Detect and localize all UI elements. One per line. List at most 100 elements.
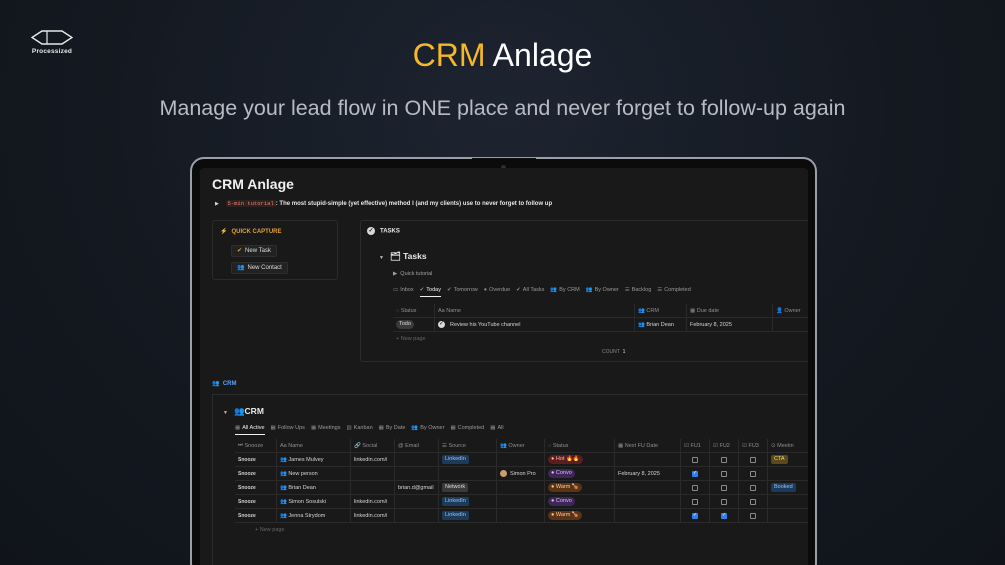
col-fu3[interactable]: ☑ FU3 xyxy=(739,439,768,452)
new-page-button[interactable]: + New page xyxy=(235,523,808,537)
tutorial-toggle[interactable]: ▶ 5-min tutorial: The most stupid-simple… xyxy=(215,200,552,207)
table-row[interactable]: Snooze 👥 Brian Dean brian.d@gmail Network ● … xyxy=(235,481,808,495)
snooze-button[interactable]: Snooze xyxy=(238,499,256,505)
tab-completed[interactable]: ☰ Completed xyxy=(657,287,691,297)
col-next-fu-date[interactable]: ▦ Next FU Date xyxy=(615,439,681,452)
task-due[interactable]: February 8, 2025 xyxy=(687,318,773,331)
col-snooze[interactable]: ⏭ Snooze xyxy=(235,439,277,452)
cell-source[interactable]: Network xyxy=(439,481,497,494)
snooze-button[interactable]: Snooze xyxy=(238,457,256,463)
col-source[interactable]: ☰ Source xyxy=(439,439,497,452)
new-task-button[interactable]: ✔ New Task xyxy=(231,245,277,257)
cell-fu2[interactable] xyxy=(710,467,739,480)
tasks-db-title[interactable]: ▼ 🗂 Tasks xyxy=(379,251,427,262)
tab-by-owner[interactable]: 👥 By Owner xyxy=(586,287,619,297)
cell-email[interactable] xyxy=(395,509,439,522)
cell-social[interactable] xyxy=(351,467,395,480)
table-row[interactable]: Snooze 👥 James Mulvey linkedin.com/i Linked… xyxy=(235,453,808,467)
cell-email[interactable] xyxy=(395,467,439,480)
cell-owner[interactable] xyxy=(497,481,545,494)
fu1-checkbox[interactable] xyxy=(692,484,698,491)
cell-meeting[interactable] xyxy=(768,467,808,480)
task-owner[interactable] xyxy=(773,318,808,331)
cell-fu2[interactable] xyxy=(710,481,739,494)
cell-email[interactable] xyxy=(395,495,439,508)
cell-meeting[interactable] xyxy=(768,509,808,522)
col-owner[interactable]: 👥 Owner xyxy=(497,439,545,452)
cell-fu1[interactable] xyxy=(681,509,710,522)
task-crm[interactable]: 👥 Brian Dean xyxy=(635,318,687,331)
table-row[interactable]: Snooze 👥 Simon Sosulski linkedin.com/i Link… xyxy=(235,495,808,509)
snooze-button[interactable]: Snooze xyxy=(238,513,256,519)
cell-source[interactable]: LinkedIn xyxy=(439,509,497,522)
cell-status[interactable]: ● Convo xyxy=(545,467,615,480)
cell-fu2[interactable] xyxy=(710,453,739,466)
cell-next-fu[interactable] xyxy=(615,481,681,494)
cell-status[interactable]: ● Warm 🍗 xyxy=(545,509,615,522)
cell-fu3[interactable] xyxy=(739,495,768,508)
col-name[interactable]: Aa Name xyxy=(435,304,635,317)
cell-name[interactable]: 👥 Simon Sosulski xyxy=(277,495,351,508)
cell-fu3[interactable] xyxy=(739,509,768,522)
fu3-checkbox[interactable] xyxy=(750,498,756,505)
col-meeting[interactable]: ⊙ Meetin xyxy=(768,439,808,452)
fu1-checkbox[interactable] xyxy=(692,456,698,463)
tab-meetings[interactable]: ▦ Meetings xyxy=(311,425,341,435)
cell-next-fu[interactable] xyxy=(615,495,681,508)
tab-today[interactable]: ✔ Today xyxy=(419,287,441,297)
email-value[interactable]: brian.d@gmail xyxy=(398,485,434,491)
cell-fu1[interactable] xyxy=(681,467,710,480)
cell-snooze[interactable]: Snooze xyxy=(235,509,277,522)
cell-meeting[interactable]: Booked xyxy=(768,481,808,494)
cell-fu3[interactable] xyxy=(739,467,768,480)
cell-social[interactable]: linkedin.com/i xyxy=(351,509,395,522)
tab-overdue[interactable]: ● Overdue xyxy=(484,287,510,297)
fu1-checkbox[interactable] xyxy=(692,498,698,505)
cell-snooze[interactable]: Snooze xyxy=(235,481,277,494)
cell-snooze[interactable]: Snooze xyxy=(235,495,277,508)
col-email[interactable]: @ Email xyxy=(395,439,439,452)
cell-owner[interactable] xyxy=(497,453,545,466)
cell-fu1[interactable] xyxy=(681,495,710,508)
cell-social[interactable]: linkedin.com/i xyxy=(351,495,395,508)
crm-db-title[interactable]: ▼ 👥CRM xyxy=(223,406,264,417)
social-link[interactable]: linkedin.com/i xyxy=(354,513,387,519)
col-due-date[interactable]: ▦ Due date xyxy=(687,304,773,317)
col-owner[interactable]: 👤 Owner xyxy=(773,304,808,317)
cell-owner[interactable] xyxy=(497,509,545,522)
fu1-checkbox[interactable] xyxy=(692,512,698,519)
cell-name[interactable]: 👥 Jenna Strydom xyxy=(277,509,351,522)
cell-name[interactable]: 👥 James Mulvey xyxy=(277,453,351,466)
col-status[interactable]: ◌ Status xyxy=(545,439,615,452)
cell-status[interactable]: ● Hot 🔥🔥 xyxy=(545,453,615,466)
toggle-triangle-icon[interactable]: ▶ xyxy=(393,271,399,277)
table-row[interactable]: Snooze 👥 Jenna Strydom linkedin.com/i Linke… xyxy=(235,509,808,523)
task-name[interactable]: ✓ Review his YouTube channel xyxy=(435,318,635,331)
fu3-checkbox[interactable] xyxy=(750,512,756,519)
col-name[interactable]: Aa Name xyxy=(277,439,351,452)
cell-fu3[interactable] xyxy=(739,453,768,466)
tab-all-active[interactable]: ▦ All Active xyxy=(235,425,265,435)
social-link[interactable]: linkedin.com/i xyxy=(354,457,387,463)
cell-source[interactable]: LinkedIn xyxy=(439,495,497,508)
cell-meeting[interactable] xyxy=(768,495,808,508)
fu2-checkbox[interactable] xyxy=(721,470,727,477)
cell-email[interactable]: brian.d@gmail xyxy=(395,481,439,494)
tab-by-date[interactable]: ▦ By Date xyxy=(379,425,406,435)
cell-snooze[interactable]: Snooze xyxy=(235,453,277,466)
toggle-triangle-icon[interactable]: ▶ xyxy=(215,201,219,207)
col-crm[interactable]: 👥 CRM xyxy=(635,304,687,317)
cell-next-fu[interactable] xyxy=(615,509,681,522)
tab-all[interactable]: ▦ All xyxy=(490,425,503,435)
col-status[interactable]: ◌ Status xyxy=(393,304,435,317)
collapse-triangle-icon[interactable]: ▼ xyxy=(379,255,384,261)
tab-backlog[interactable]: ☰ Backlog xyxy=(625,287,652,297)
fu1-checkbox[interactable] xyxy=(692,470,698,477)
cell-owner[interactable] xyxy=(497,495,545,508)
cell-social[interactable]: linkedin.com/i xyxy=(351,453,395,466)
cell-name[interactable]: 👥 Brian Dean xyxy=(277,481,351,494)
new-page-button[interactable]: + New page xyxy=(393,332,808,346)
cell-name[interactable]: 👥 New person xyxy=(277,467,351,480)
cell-meeting[interactable]: CTA xyxy=(768,453,808,466)
cell-fu1[interactable] xyxy=(681,453,710,466)
